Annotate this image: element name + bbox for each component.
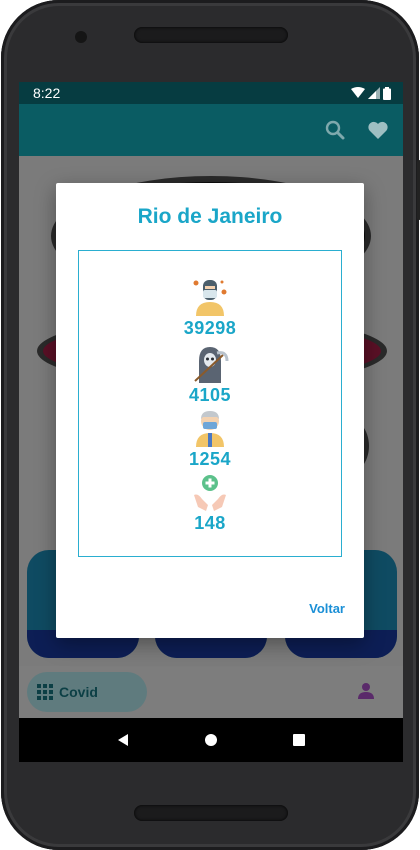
stat-deaths: 4105 — [79, 345, 341, 406]
person-icon[interactable] — [357, 682, 375, 700]
stat-cases: 39298 — [79, 278, 341, 339]
stat-elderly: 1254 — [79, 409, 341, 470]
status-time: 8:22 — [33, 85, 61, 101]
signal-icon — [368, 87, 380, 99]
top-speaker — [134, 27, 288, 43]
stat-recovered-value: 148 — [194, 513, 226, 533]
home-icon[interactable] — [203, 732, 219, 748]
nav-covid-label: Covid — [59, 684, 98, 700]
stat-elderly-value: 1254 — [188, 449, 232, 469]
status-icons — [351, 86, 391, 100]
elderly-masked-person-icon — [196, 411, 224, 447]
city-stats-dialog: Rio de Janeiro 39298 4105 1254 148 Volta… — [56, 183, 364, 638]
battery-icon — [383, 86, 391, 100]
app-bar — [19, 104, 403, 156]
system-navigation — [19, 718, 403, 762]
heart-icon[interactable] — [366, 118, 390, 142]
status-bar: 8:22 — [19, 82, 403, 104]
recents-icon[interactable] — [291, 732, 307, 748]
stat-deaths-value: 4105 — [188, 385, 232, 405]
healing-hands-icon — [194, 475, 226, 511]
front-camera — [75, 31, 87, 43]
screen: 8:22 Covid Rio de Janeiro 39298 4105 125… — [19, 82, 403, 762]
stats-box: 39298 4105 1254 148 — [78, 250, 342, 557]
back-button[interactable]: Voltar — [309, 601, 345, 616]
back-icon[interactable] — [115, 732, 131, 748]
wifi-icon — [351, 87, 365, 98]
masked-person-icon — [193, 280, 227, 316]
grim-reaper-icon — [194, 347, 229, 383]
dialog-title: Rio de Janeiro — [137, 205, 283, 228]
bottom-nav: Covid — [19, 666, 403, 718]
search-icon[interactable] — [323, 118, 347, 142]
bottom-speaker — [134, 805, 288, 821]
stat-recovered: 148 — [79, 473, 341, 534]
stat-cases-value: 39298 — [183, 318, 237, 338]
grid-icon — [37, 684, 53, 700]
nav-item-covid[interactable]: Covid — [27, 672, 147, 712]
